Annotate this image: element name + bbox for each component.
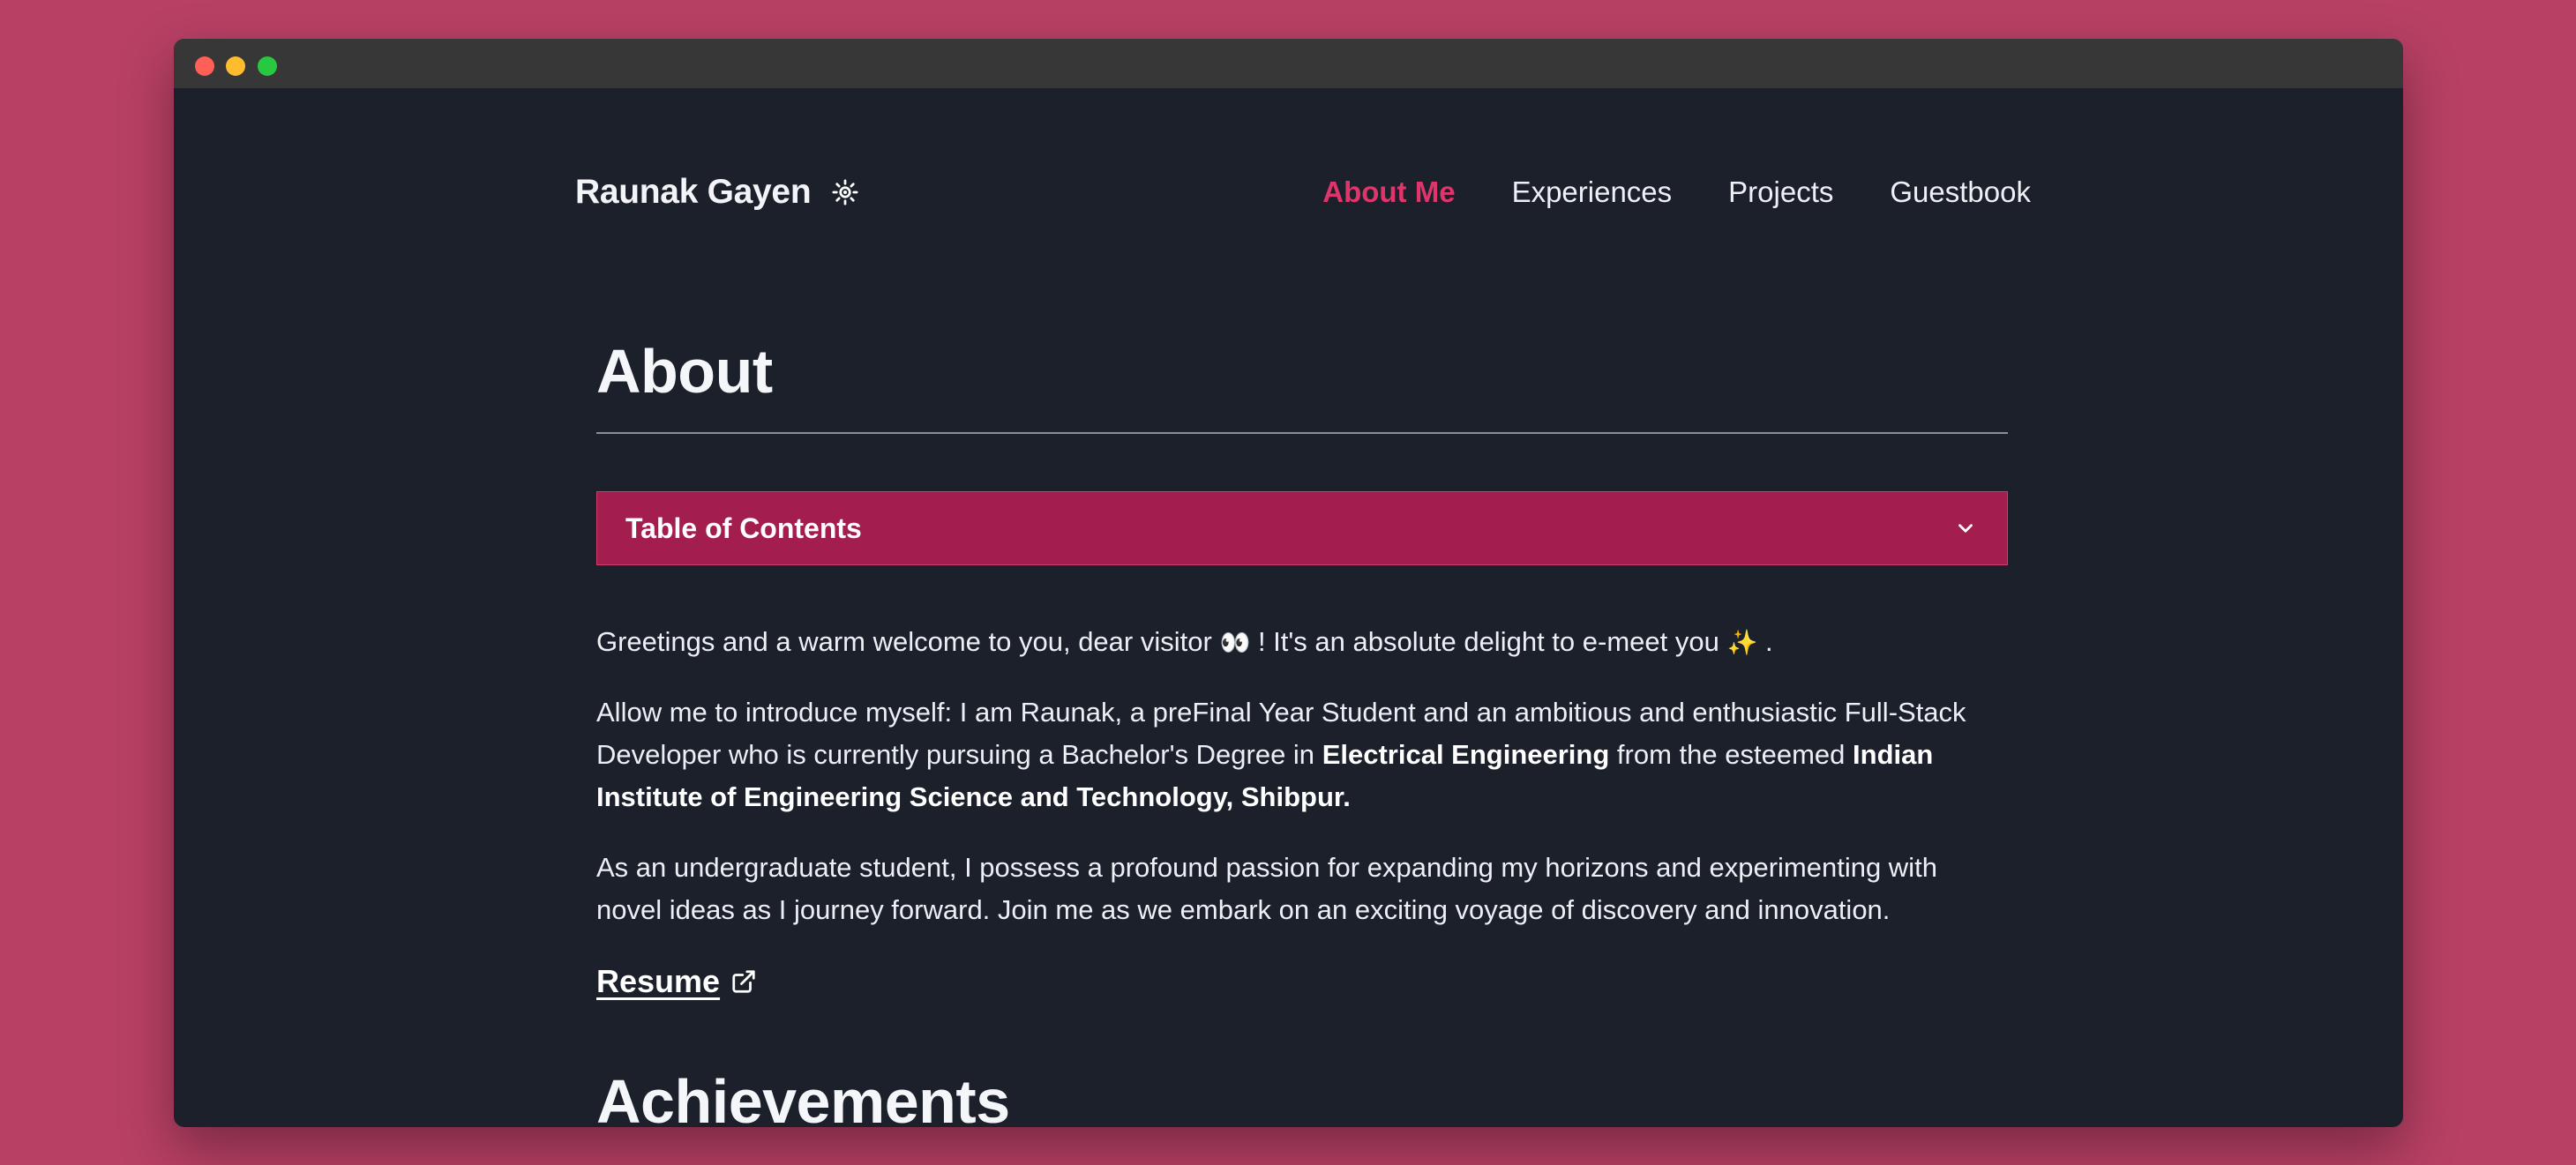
about-article: About Table of Contents Greetings and a … (596, 340, 2008, 1127)
intro-text-continued: from the esteemed (1616, 739, 1846, 770)
nav-link-about-me[interactable]: About Me (1322, 175, 1455, 209)
achievements-heading: Achievements (596, 1067, 1010, 1127)
table-of-contents-toggle[interactable]: Table of Contents (596, 491, 2008, 565)
maximize-window-button[interactable] (258, 56, 277, 76)
intro-paragraph: Allow me to introduce myself: I am Rauna… (596, 691, 2008, 818)
chevron-down-icon (1952, 515, 1979, 541)
greeting-paragraph: Greetings and a warm welcome to you, dea… (596, 621, 2008, 664)
window-titlebar (174, 39, 2403, 88)
toc-label: Table of Contents (625, 512, 862, 544)
sparkles-emoji: ✨ (1726, 629, 1758, 656)
site-header-brand: Raunak Gayen (575, 170, 860, 214)
greeting-text-continued: ! It's an absolute delight to e-meet you (1257, 626, 1719, 657)
greeting-text-end: . (1764, 626, 1773, 657)
resume-label: Resume (596, 963, 721, 999)
greeting-text: Greetings and a warm welcome to you, dea… (596, 626, 1212, 657)
page-title: About (596, 337, 773, 406)
sun-icon (832, 179, 858, 205)
close-window-button[interactable] (195, 56, 214, 76)
main-nav: About Me Experiences Projects Guestbook (1322, 170, 2031, 214)
passion-paragraph: As an undergraduate student, I possess a… (596, 852, 1937, 925)
external-link-icon (732, 970, 755, 993)
nav-link-guestbook[interactable]: Guestbook (1890, 175, 2031, 209)
title-divider (596, 432, 2008, 434)
page-content: Raunak Gayen About Me Experiences Projec… (174, 88, 2403, 1127)
minimize-window-button[interactable] (226, 56, 245, 76)
site-title[interactable]: Raunak Gayen (575, 173, 812, 212)
theme-toggle-button[interactable] (830, 177, 860, 207)
degree-name: Electrical Engineering (1322, 739, 1610, 770)
nav-link-experiences[interactable]: Experiences (1512, 175, 1673, 209)
resume-link[interactable]: Resume (596, 963, 757, 1000)
nav-link-projects[interactable]: Projects (1728, 175, 1833, 209)
eyes-emoji: 👀 (1219, 629, 1251, 656)
browser-window: Raunak Gayen About Me Experiences Projec… (174, 39, 2403, 1127)
